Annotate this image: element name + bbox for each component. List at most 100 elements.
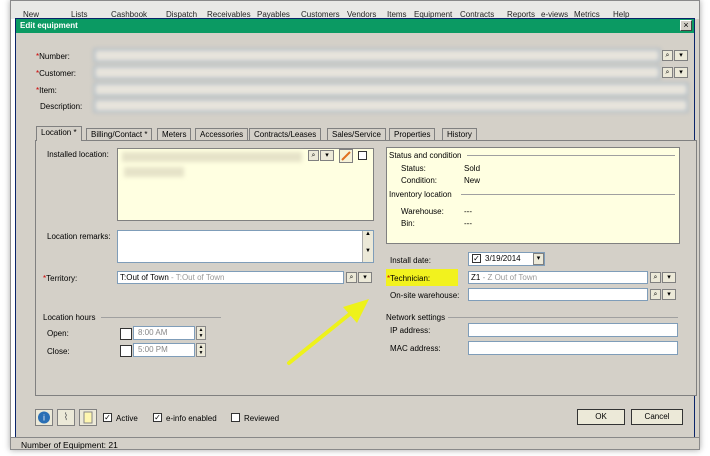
status-section-label: Status and condition xyxy=(389,151,462,160)
app-window: New Lists Cashbook Dispatch Receivables … xyxy=(10,0,700,450)
install-date-checkbox[interactable]: ✓ xyxy=(472,254,481,264)
main-toolbar: New Lists Cashbook Dispatch Receivables … xyxy=(11,1,699,19)
onsite-warehouse-label: On-site warehouse: xyxy=(390,291,460,300)
mac-address-label: MAC address: xyxy=(390,344,441,353)
technician-value: Z1 xyxy=(471,273,481,282)
open-spinner-icon[interactable]: ▲ ▼ xyxy=(196,326,206,340)
tab-billing-contact[interactable]: Billing/Contact * xyxy=(86,128,153,140)
customer-label: *Customer: xyxy=(36,69,77,78)
ok-button[interactable]: OK xyxy=(577,409,625,425)
ip-address-label: IP address: xyxy=(390,326,431,335)
territory-label: *Territory: xyxy=(43,274,78,283)
paperclip-icon: ⌇ xyxy=(63,412,69,423)
tab-sales-service[interactable]: Sales/Service xyxy=(327,128,386,140)
install-date-label: Install date: xyxy=(390,256,431,265)
installed-location-value xyxy=(122,152,302,162)
network-section-label: Network settings xyxy=(386,313,446,322)
network-separator xyxy=(448,317,678,318)
scroll-up-icon: ▲ xyxy=(365,231,371,237)
installed-location-checkbox[interactable] xyxy=(358,151,367,160)
territory-lookup-icon[interactable]: ⌕ xyxy=(346,272,357,283)
condition-label: Condition: xyxy=(401,176,438,185)
installed-location-label: Installed location: xyxy=(47,150,109,159)
number-field[interactable] xyxy=(94,49,660,62)
warehouse-value: --- xyxy=(464,207,472,216)
dialog-title: Edit equipment xyxy=(20,21,78,30)
territory-hint: - T:Out of Town xyxy=(168,273,225,282)
reviewed-label: Reviewed xyxy=(244,414,280,423)
tab-location[interactable]: Location * xyxy=(36,126,82,141)
onsite-warehouse-dropdown-icon[interactable]: ▾ xyxy=(662,289,676,300)
installed-location-dropdown-icon[interactable]: ▾ xyxy=(320,150,334,161)
einfo-checkbox[interactable]: ✓ xyxy=(153,413,162,422)
tab-meters[interactable]: Meters xyxy=(157,128,192,140)
technician-field[interactable]: Z1 - Z Out of Town xyxy=(468,271,648,284)
installed-location-lookup-icon[interactable]: ⌕ xyxy=(308,150,319,161)
status-label: Status: xyxy=(401,164,426,173)
onsite-warehouse-lookup-icon[interactable]: ⌕ xyxy=(650,289,661,300)
close-spinner-icon[interactable]: ▲ ▼ xyxy=(196,343,206,357)
customer-field[interactable] xyxy=(94,66,660,79)
territory-value: T:Out of Town xyxy=(120,273,169,282)
arrow-annotation-icon xyxy=(287,299,369,365)
install-date-value: 3/19/2014 xyxy=(485,254,521,263)
open-time-field[interactable]: 8:00 AM xyxy=(133,326,195,340)
number-lookup-icon[interactable]: ⌕ xyxy=(662,50,673,61)
einfo-label: e-info enabled xyxy=(166,414,217,423)
status-value: Sold xyxy=(464,164,481,173)
install-date-dropdown-icon[interactable]: ▾ xyxy=(533,253,544,265)
technician-hint: - Z Out of Town xyxy=(480,273,538,282)
technician-lookup-icon[interactable]: ⌕ xyxy=(650,272,661,283)
remarks-scrollbar[interactable]: ▲ ▼ xyxy=(362,231,373,262)
pencil-icon xyxy=(341,151,351,161)
tab-contracts-leases[interactable]: Contracts/Leases xyxy=(249,128,322,140)
description-label: Description: xyxy=(40,102,83,111)
bin-label: Bin: xyxy=(401,219,415,228)
document-icon xyxy=(83,411,93,424)
attachment-button[interactable]: ⌇ xyxy=(57,409,75,426)
installed-location-line xyxy=(124,167,184,177)
active-checkbox[interactable]: ✓ xyxy=(103,413,112,422)
condition-value: New xyxy=(464,176,481,185)
inventory-separator xyxy=(461,194,675,195)
mac-address-field[interactable] xyxy=(468,341,678,355)
territory-field[interactable]: T:Out of Town - T:Out of Town xyxy=(117,271,344,284)
location-hours-label: Location hours xyxy=(43,313,96,322)
technician-label: *Technician: xyxy=(387,274,431,283)
customer-lookup-icon[interactable]: ⌕ xyxy=(662,67,673,78)
info-button[interactable]: i xyxy=(35,409,53,426)
number-label: *Number: xyxy=(36,52,70,61)
item-field[interactable] xyxy=(94,83,688,96)
number-dropdown-icon[interactable]: ▾ xyxy=(674,50,688,61)
tab-properties[interactable]: Properties xyxy=(389,128,436,140)
bin-value: --- xyxy=(464,219,472,228)
close-checkbox[interactable] xyxy=(120,345,132,357)
tab-accessories[interactable]: Accessories xyxy=(195,128,249,140)
description-field[interactable] xyxy=(94,99,688,112)
notes-button[interactable] xyxy=(79,409,97,426)
edit-pencil-icon[interactable] xyxy=(339,149,353,163)
location-remarks-label: Location remarks: xyxy=(47,232,111,241)
installed-location-box[interactable] xyxy=(117,148,374,221)
location-remarks-field[interactable] xyxy=(117,230,374,263)
onsite-warehouse-field[interactable] xyxy=(468,288,648,301)
reviewed-checkbox[interactable] xyxy=(231,413,240,422)
open-label: Open: xyxy=(47,329,69,338)
cancel-button[interactable]: Cancel xyxy=(631,409,683,425)
svg-text:i: i xyxy=(43,414,45,423)
close-button[interactable]: × xyxy=(680,20,692,31)
close-time-field[interactable]: 5:00 PM xyxy=(133,343,195,357)
close-label: Close: xyxy=(47,347,70,356)
inventory-section-label: Inventory location xyxy=(389,190,452,199)
ip-address-field[interactable] xyxy=(468,323,678,337)
info-icon: i xyxy=(38,411,50,424)
tab-history[interactable]: History xyxy=(442,128,477,140)
status-bar: Number of Equipment: 21 xyxy=(11,437,699,450)
territory-dropdown-icon[interactable]: ▾ xyxy=(358,272,372,283)
technician-dropdown-icon[interactable]: ▾ xyxy=(662,272,676,283)
equipment-count: Number of Equipment: 21 xyxy=(21,440,118,450)
customer-dropdown-icon[interactable]: ▾ xyxy=(674,67,688,78)
status-separator xyxy=(467,155,675,156)
scroll-down-icon: ▼ xyxy=(365,248,371,254)
open-checkbox[interactable] xyxy=(120,328,132,340)
